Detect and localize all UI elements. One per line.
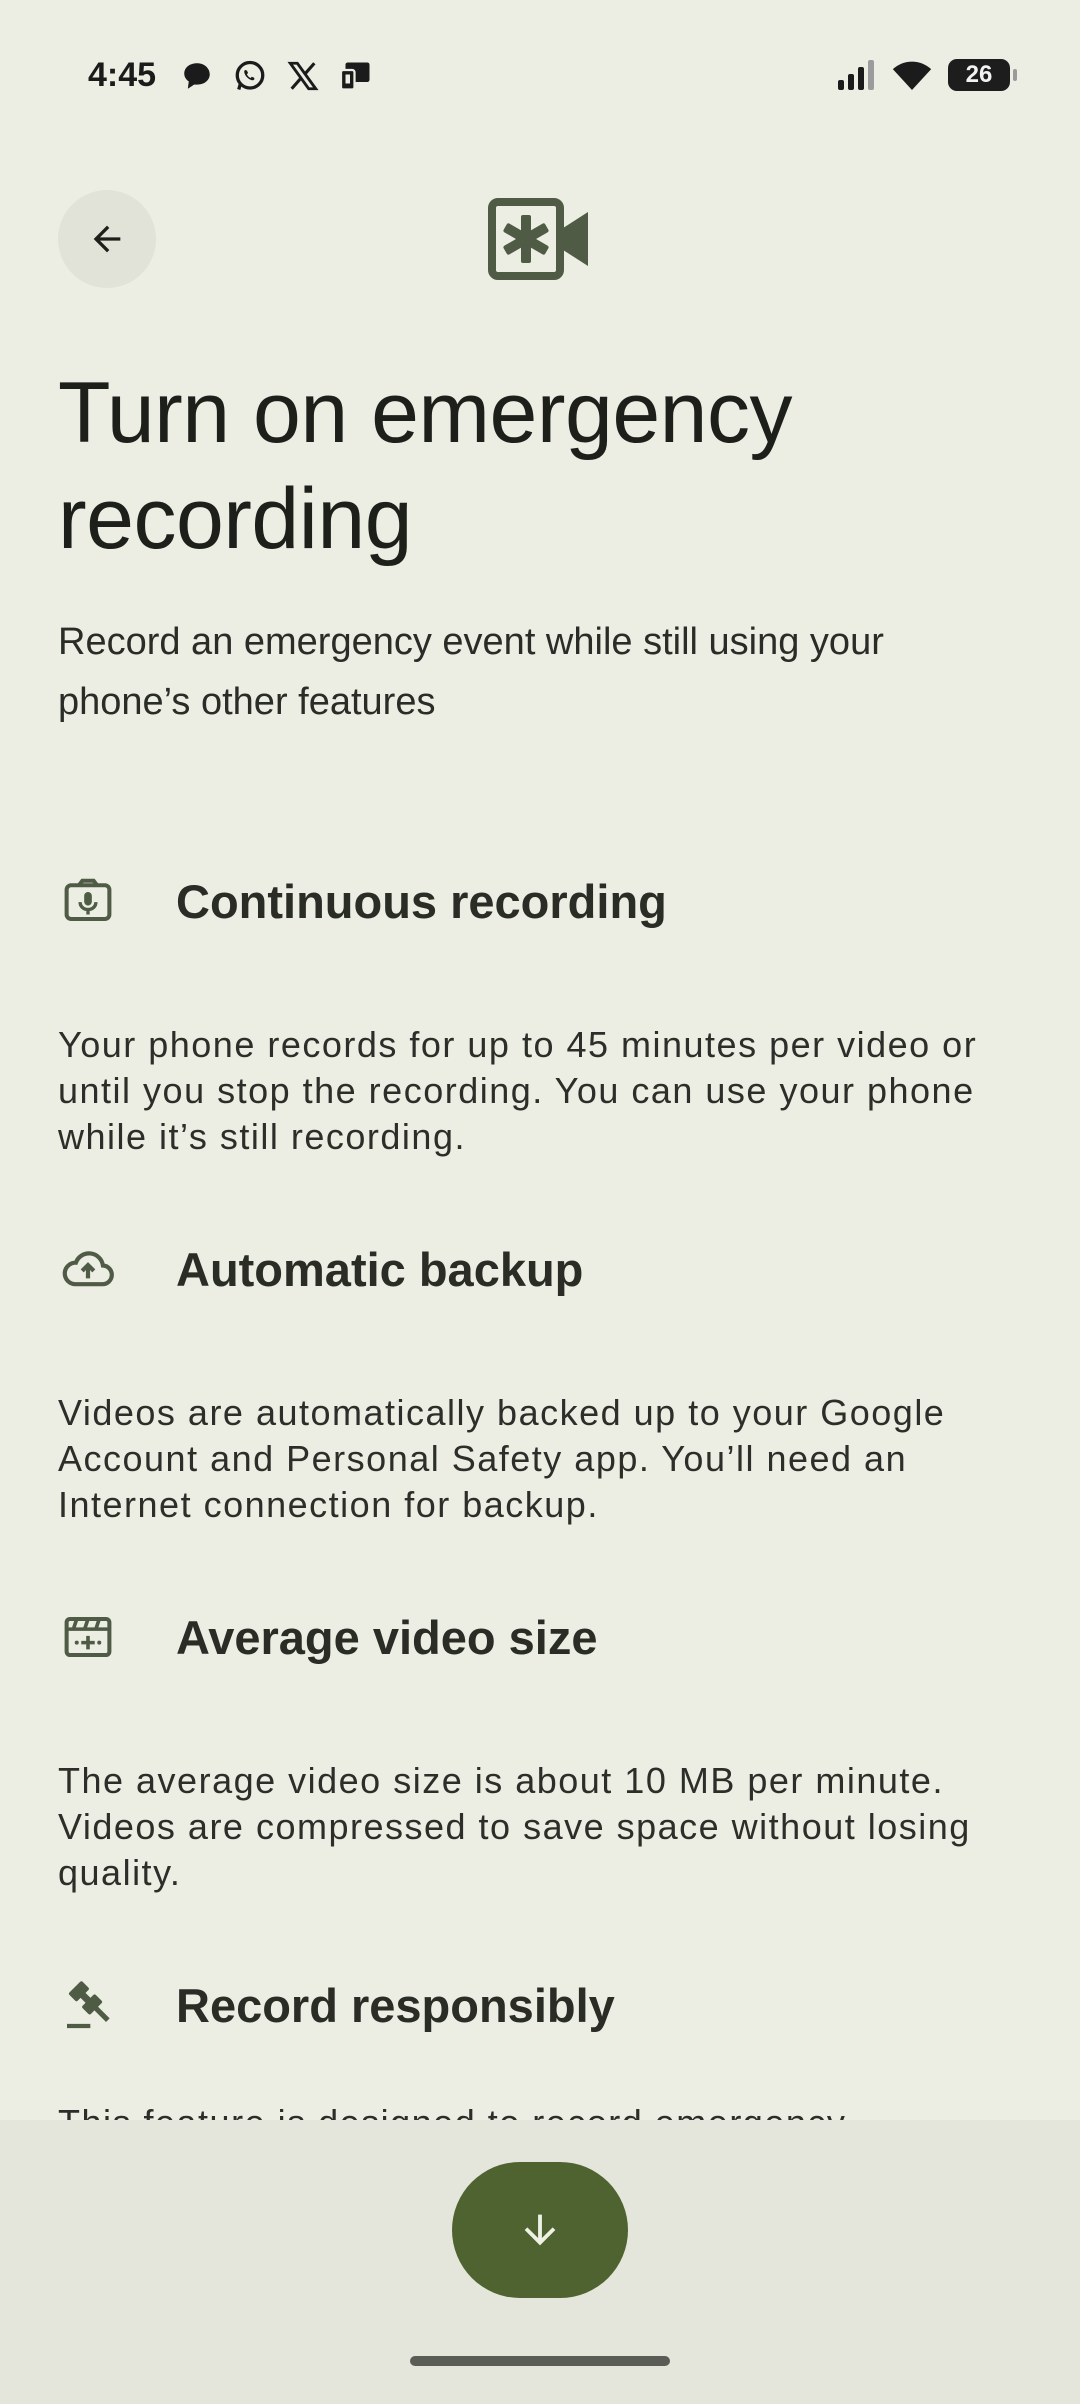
camera-mic-icon (64, 878, 112, 922)
emergency-video-icon (488, 198, 588, 280)
battery-cap (1013, 69, 1017, 81)
cast-icon (339, 62, 370, 91)
status-time: 4:45 (88, 56, 157, 94)
arrow-left-icon (93, 225, 121, 253)
feature-automatic-backup: Automatic backup Videos are automaticall… (58, 1234, 1048, 1528)
arrow-down-icon (524, 2214, 556, 2246)
wifi-icon (892, 61, 932, 90)
signal-icon (838, 60, 874, 90)
whatsapp-icon (235, 60, 265, 90)
page-title: Turn on emergency recording (58, 365, 793, 567)
feature-description-partial: This feature is designed to record emerg… (58, 2100, 846, 2120)
feature-description: Your phone records for up to 45 minutes … (58, 1024, 978, 1157)
video-size-icon (64, 1616, 112, 1658)
back-button[interactable] (58, 190, 156, 288)
messages-icon (184, 63, 210, 89)
battery-indicator: 26 (948, 59, 1017, 91)
feature-average-video-size: Average video size The average video siz… (58, 1602, 1048, 1896)
feature-description: Videos are automatically backed up to yo… (58, 1392, 946, 1525)
feature-title: Record responsibly (176, 1978, 615, 2032)
scroll-down-button[interactable] (452, 2162, 628, 2298)
feature-continuous-recording: Continuous recording Your phone records … (58, 866, 1048, 1160)
gavel-icon (67, 1981, 110, 2029)
system-status: 26 (836, 58, 1017, 92)
feature-title: Continuous recording (176, 874, 667, 928)
page-subtitle: Record an emergency event while still us… (58, 621, 884, 723)
notification-icons (180, 58, 374, 94)
feature-title: Average video size (176, 1610, 598, 1664)
feature-title: Automatic backup (176, 1242, 584, 1296)
status-bar: 4:45 26 (0, 0, 1080, 150)
gesture-nav-handle[interactable] (410, 2356, 670, 2366)
x-icon (287, 61, 319, 91)
battery-level: 26 (965, 61, 993, 88)
feature-description: The average video size is about 10 MB pe… (58, 1760, 971, 1893)
feature-record-responsibly: Record responsibly (58, 1970, 1048, 2040)
cloud-upload-icon (62, 1251, 114, 1287)
